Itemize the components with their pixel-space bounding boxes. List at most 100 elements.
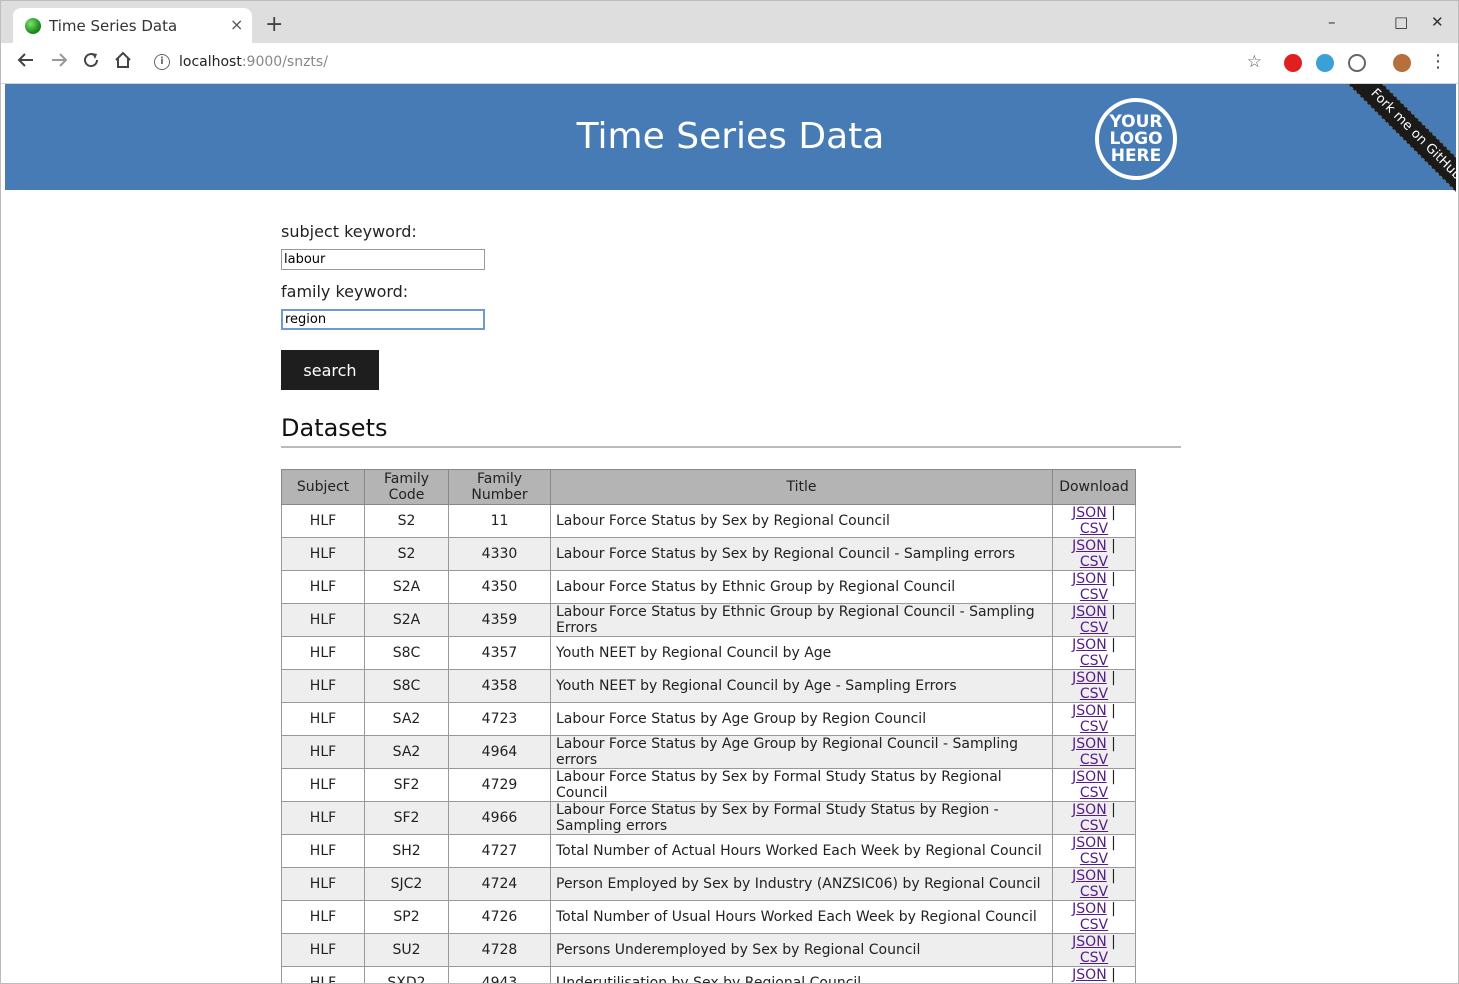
info-icon[interactable]: i (154, 54, 170, 70)
cell-subject: HLF (281, 570, 365, 604)
cell-download: JSON | CSV (1052, 966, 1136, 983)
table-row: HLF SJC2 4724 Person Employed by Sex by Ind… (281, 867, 1136, 901)
forward-arrow-icon[interactable] (50, 51, 68, 75)
json-download-link[interactable]: JSON (1072, 604, 1107, 620)
json-download-link[interactable]: JSON (1072, 868, 1107, 884)
csv-download-link[interactable]: CSV (1080, 851, 1108, 867)
new-tab-button[interactable]: + (265, 14, 283, 36)
cell-title: Persons Underemployed by Sex by Regional… (550, 933, 1053, 967)
tab-close-button[interactable]: × (230, 16, 243, 34)
minimize-button[interactable]: – (1328, 13, 1336, 31)
cell-family-code: SP2 (364, 900, 449, 934)
cell-family-number: 4330 (448, 537, 551, 571)
address-bar[interactable]: i localhost:9000/snzts/ ☆ (146, 47, 1276, 79)
json-download-link[interactable]: JSON (1072, 538, 1107, 554)
github-ribbon[interactable]: Fork me on GitHub (1306, 84, 1456, 234)
json-download-link[interactable]: JSON (1072, 703, 1107, 719)
globe-extension-icon[interactable] (1316, 54, 1334, 72)
cell-download: JSON | CSV (1052, 702, 1136, 736)
link-separator: | (1111, 736, 1116, 752)
opera-extension-icon[interactable] (1284, 54, 1302, 72)
cell-subject: HLF (281, 636, 365, 670)
cell-download: JSON | CSV (1052, 504, 1136, 538)
table-row: HLF SF2 4966 Labour Force Status by Sex by … (281, 801, 1136, 835)
cell-download: JSON | CSV (1052, 537, 1136, 571)
csv-download-link[interactable]: CSV (1080, 950, 1108, 966)
csv-download-link[interactable]: CSV (1080, 620, 1108, 636)
csv-download-link[interactable]: CSV (1080, 818, 1108, 834)
url-text: localhost:9000/snzts/ (179, 54, 328, 70)
csv-download-link[interactable]: CSV (1080, 884, 1108, 900)
cell-family-number: 4727 (448, 834, 551, 868)
code-extension-icon[interactable] (1348, 54, 1366, 72)
csv-download-link[interactable]: CSV (1080, 752, 1108, 768)
cell-subject: HLF (281, 735, 365, 769)
csv-download-link[interactable]: CSV (1080, 521, 1108, 537)
cell-subject: HLF (281, 834, 365, 868)
cell-family-code: SA2 (364, 735, 449, 769)
cell-download: JSON | CSV (1052, 933, 1136, 967)
csv-download-link[interactable]: CSV (1080, 785, 1108, 801)
cell-family-code: SF2 (364, 801, 449, 835)
csv-download-link[interactable]: CSV (1080, 917, 1108, 933)
search-button[interactable]: search (281, 350, 379, 390)
link-separator: | (1111, 769, 1116, 785)
column-header-download: Download (1052, 469, 1136, 505)
cell-family-number: 4943 (448, 966, 551, 983)
globe-icon (25, 18, 41, 34)
link-separator: | (1111, 604, 1116, 620)
json-download-link[interactable]: JSON (1072, 736, 1107, 752)
json-download-link[interactable]: JSON (1072, 505, 1107, 521)
link-separator: | (1111, 868, 1116, 884)
maximize-button[interactable]: □ (1394, 13, 1408, 31)
cell-family-number: 4357 (448, 636, 551, 670)
cell-subject: HLF (281, 702, 365, 736)
cell-subject: HLF (281, 603, 365, 637)
browser-window: Time Series Data × + – □ ✕ i localhost:9… (0, 0, 1459, 984)
subject-keyword-input[interactable] (281, 249, 485, 270)
bookmark-star-icon[interactable]: ☆ (1247, 52, 1262, 72)
browser-tab[interactable]: Time Series Data × (13, 8, 252, 43)
json-download-link[interactable]: JSON (1072, 934, 1107, 950)
csv-download-link[interactable]: CSV (1080, 554, 1108, 570)
close-window-button[interactable]: ✕ (1431, 13, 1444, 31)
cell-title: Labour Force Status by Ethnic Group by R… (550, 603, 1053, 637)
csv-download-link[interactable]: CSV (1080, 719, 1108, 735)
json-download-link[interactable]: JSON (1072, 670, 1107, 686)
json-download-link[interactable]: JSON (1072, 967, 1107, 983)
table-body: HLF S2 11 Labour Force Status by Sex by Reg… (281, 504, 1136, 983)
cell-download: JSON | CSV (1052, 900, 1136, 934)
csv-download-link[interactable]: CSV (1080, 653, 1108, 669)
cell-title: Labour Force Status by Sex by Formal Stu… (550, 801, 1053, 835)
cell-download: JSON | CSV (1052, 570, 1136, 604)
browser-toolbar: i localhost:9000/snzts/ ☆ ⋮ (1, 43, 1458, 84)
page-content: Time Series Data YOUR LOGO HERE Fork me … (5, 84, 1456, 983)
csv-download-link[interactable]: CSV (1080, 587, 1108, 603)
reload-icon[interactable] (82, 51, 100, 75)
json-download-link[interactable]: JSON (1072, 637, 1107, 653)
github-ribbon-label[interactable]: Fork me on GitHub (1332, 84, 1456, 218)
table-row: HLF SXD2 4943 Underutilisation by Sex by Re… (281, 966, 1136, 983)
json-download-link[interactable]: JSON (1072, 571, 1107, 587)
cell-family-code: S8C (364, 669, 449, 703)
cell-family-number: 4724 (448, 867, 551, 901)
link-separator: | (1111, 637, 1116, 653)
family-keyword-input[interactable] (281, 309, 485, 330)
cell-family-number: 4966 (448, 801, 551, 835)
json-download-link[interactable]: JSON (1072, 802, 1107, 818)
json-download-link[interactable]: JSON (1072, 835, 1107, 851)
link-separator: | (1111, 835, 1116, 851)
table-row: HLF SA2 4964 Labour Force Status by Age Gro… (281, 735, 1136, 769)
cell-family-code: SF2 (364, 768, 449, 802)
back-arrow-icon[interactable] (17, 51, 35, 75)
json-download-link[interactable]: JSON (1072, 769, 1107, 785)
json-download-link[interactable]: JSON (1072, 901, 1107, 917)
menu-kebab-icon[interactable]: ⋮ (1429, 51, 1447, 73)
link-separator: | (1111, 967, 1116, 983)
cell-family-number: 11 (448, 504, 551, 538)
avatar[interactable] (1393, 54, 1411, 72)
cell-subject: HLF (281, 933, 365, 967)
home-icon[interactable] (114, 51, 132, 75)
csv-download-link[interactable]: CSV (1080, 686, 1108, 702)
link-separator: | (1111, 538, 1116, 554)
